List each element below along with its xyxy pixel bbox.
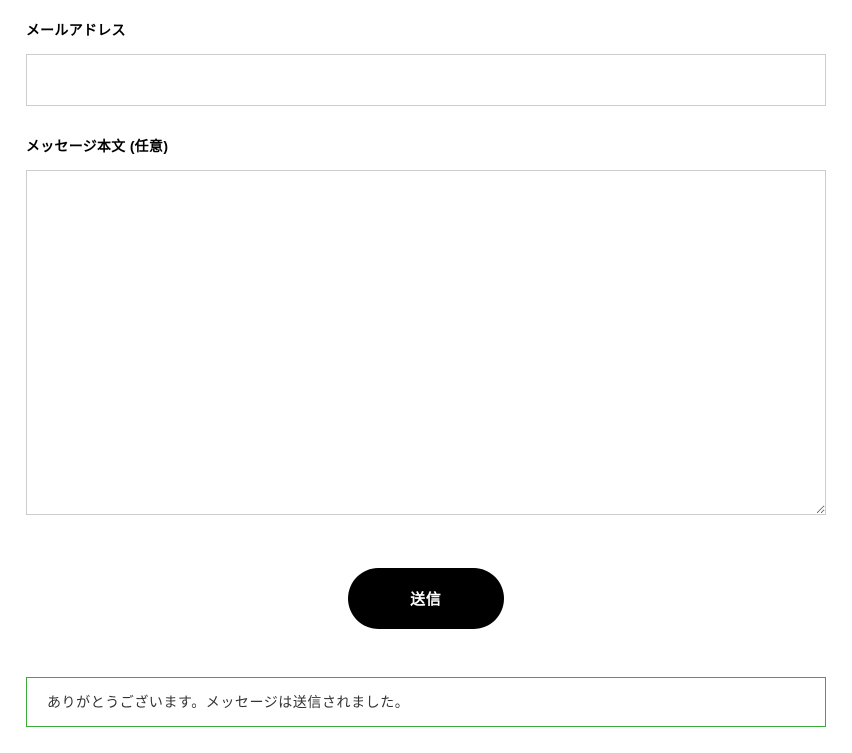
email-group: メールアドレス xyxy=(26,20,826,106)
submit-button[interactable]: 送信 xyxy=(348,568,503,629)
success-message: ありがとうございます。メッセージは送信されました。 xyxy=(26,677,826,727)
email-input[interactable] xyxy=(26,54,826,106)
submit-wrapper: 送信 xyxy=(26,568,826,629)
email-label: メールアドレス xyxy=(26,20,826,40)
message-label: メッセージ本文 (任意) xyxy=(26,136,826,156)
message-textarea[interactable] xyxy=(26,170,826,515)
message-group: メッセージ本文 (任意) xyxy=(26,136,826,520)
